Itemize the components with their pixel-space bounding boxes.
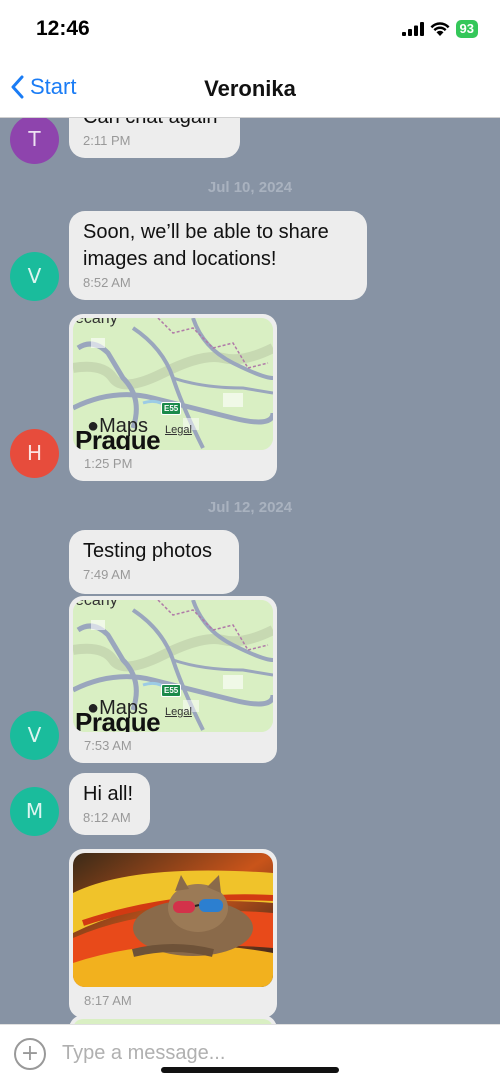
message-input-bar: + (0, 1024, 500, 1083)
legal-link[interactable]: Legal (165, 706, 192, 718)
legal-link[interactable]: Legal (165, 424, 192, 436)
photo-cat-hammock[interactable] (73, 853, 273, 987)
date-separator: Jul 10, 2024 (207, 179, 293, 196)
message-text: Testing photos (83, 540, 212, 562)
map-city-label: Prague (75, 707, 161, 732)
map-preview[interactable]: ecany E55 ●Maps Legal Prague (73, 318, 273, 450)
message-time: 2:11 PM (83, 133, 131, 148)
message-time: 1:25 PM (84, 456, 133, 471)
plus-icon: + (20, 1041, 40, 1066)
avatar: H (10, 429, 59, 478)
status-icons: 93 (401, 20, 478, 38)
location-message[interactable]: ecany E55 ●Maps Legal Prague 7:53 AM (69, 596, 277, 763)
map-top-label: ecany (75, 318, 118, 327)
avatar: V (10, 252, 59, 301)
message-input[interactable] (62, 1035, 482, 1071)
message-bubble[interactable]: Can chat again 2:11 PM (69, 118, 240, 158)
route-badge: E55 (161, 684, 182, 697)
nav-bar: Start Veronika (0, 60, 500, 118)
photo-message[interactable]: 8:17 AM (69, 849, 277, 1018)
map-top-label: ecany (75, 600, 118, 609)
message-time: 7:53 AM (84, 738, 132, 753)
status-time: 12:46 (36, 17, 90, 40)
message-bubble[interactable]: Hi all! 8:12 AM (69, 773, 150, 835)
map-city-label: Prague (75, 425, 161, 450)
chat-messages[interactable]: T Can chat again 2:11 PM Jul 10, 2024 V … (0, 118, 500, 1024)
add-attachment-button[interactable]: + (14, 1038, 46, 1070)
message-time: 8:17 AM (84, 993, 132, 1008)
avatar: M (10, 787, 59, 836)
cellular-signal-icon (401, 22, 424, 36)
message-time: 8:52 AM (83, 275, 131, 290)
message-time: 7:49 AM (83, 567, 131, 582)
status-bar: 12:46 93 (0, 0, 500, 60)
battery-indicator: 93 (455, 20, 478, 38)
route-badge: E55 (161, 402, 182, 415)
avatar: V (10, 711, 59, 760)
home-indicator (161, 1067, 339, 1073)
page-title: Veronika (204, 76, 296, 101)
wifi-icon (430, 21, 450, 36)
location-message[interactable]: ecany E55 ●Maps Legal Prague 1:25 PM (69, 314, 277, 481)
message-text: Can chat again (83, 118, 226, 131)
location-message[interactable] (69, 1015, 277, 1024)
message-bubble[interactable]: Soon, we’ll be able to share images and … (69, 211, 367, 300)
avatar: T (10, 118, 59, 164)
date-separator: Jul 12, 2024 (207, 499, 293, 516)
message-bubble[interactable]: Testing photos 7:49 AM (69, 530, 239, 594)
message-time: 8:12 AM (83, 810, 131, 825)
message-text: Hi all! (83, 783, 134, 805)
message-text: Soon, we’ll be able to share images and … (83, 221, 329, 270)
map-preview[interactable]: ecany E55 ●Maps Legal Prague (73, 600, 273, 732)
